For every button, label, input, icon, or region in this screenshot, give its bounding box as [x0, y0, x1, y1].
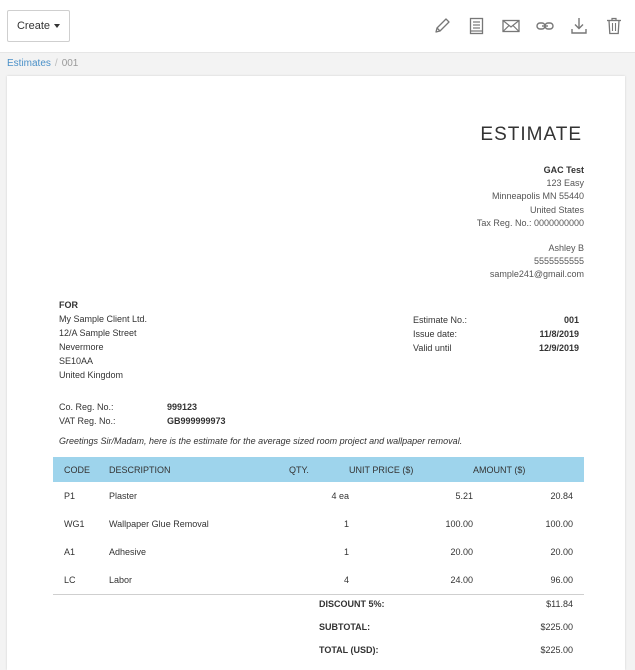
table-row: LC Labor 4 24.00 96.00	[53, 566, 584, 595]
cell-qty: 4 ea	[331, 491, 349, 501]
cell-unit-price: 20.00	[450, 547, 473, 557]
cell-description: Wallpaper Glue Removal	[109, 519, 209, 529]
table-row: WG1 Wallpaper Glue Removal 1 100.00 100.…	[53, 510, 584, 538]
cell-qty: 1	[343, 547, 349, 557]
col-header-unit-price: UNIT PRICE ($)	[349, 457, 473, 482]
create-button[interactable]: Create	[7, 10, 70, 42]
contact-email: sample241@gmail.com	[489, 269, 584, 280]
client-name: My Sample Client Ltd.	[59, 314, 148, 324]
reg-row: Co. Reg. No.: 999123	[59, 400, 226, 414]
registration-block: Co. Reg. No.: 999123 VAT Reg. No.: GB999…	[59, 400, 226, 428]
company-address2: Minneapolis MN 55440	[491, 191, 584, 202]
discount-value: $11.84	[546, 599, 573, 609]
cell-description: Plaster	[109, 491, 138, 501]
total-label: TOTAL (USD):	[319, 645, 379, 655]
table-header-row: CODE DESCRIPTION QTY. UNIT PRICE ($) AMO…	[53, 457, 584, 482]
estimate-meta: Estimate No.: 001 Issue date: 11/8/2019 …	[413, 313, 579, 355]
trash-icon[interactable]	[604, 16, 624, 36]
table-row: P1 Plaster 4 ea 5.21 20.84	[53, 482, 584, 510]
cell-code: LC	[53, 566, 109, 595]
caret-down-icon	[54, 24, 61, 28]
cell-unit-price: 5.21	[455, 491, 473, 501]
cell-code: P1	[64, 491, 76, 501]
col-header-qty: QTY.	[289, 457, 349, 482]
reg-label: Co. Reg. No.:	[59, 402, 114, 412]
cell-amount: 96.00	[473, 566, 584, 595]
document-icon[interactable]	[467, 16, 487, 36]
meta-row: Estimate No.: 001	[413, 313, 579, 327]
table-row: A1 Adhesive 1 20.00 20.00	[53, 538, 584, 566]
vat-reg-number: GB999999973	[167, 416, 226, 426]
meta-label: Estimate No.:	[413, 315, 468, 325]
col-header-amount: AMOUNT ($)	[473, 457, 584, 482]
valid-until-date: 12/9/2019	[538, 343, 579, 353]
breadcrumb: Estimates/001	[7, 58, 78, 70]
envelope-icon[interactable]	[501, 16, 521, 36]
total-row: TOTAL (USD): $225.00	[53, 639, 584, 662]
meta-row: Valid until 12/9/2019	[413, 341, 579, 355]
col-header-description: DESCRIPTION	[109, 457, 289, 482]
client-for-label: FOR	[59, 300, 78, 310]
co-reg-number: 999123	[167, 402, 198, 412]
cell-description: Adhesive	[109, 547, 147, 557]
cell-qty: 4	[289, 566, 349, 595]
issue-date: 11/8/2019	[539, 329, 579, 339]
meta-label: Issue date:	[413, 329, 458, 339]
estimate-number: 001	[563, 315, 579, 325]
col-header-code: CODE	[53, 457, 109, 482]
cell-unit-price: 100.00	[445, 519, 473, 529]
client-block: FOR My Sample Client Ltd. 12/A Sample St…	[59, 298, 147, 382]
subtotal-label: SUBTOTAL:	[319, 622, 371, 632]
client-country: United Kingdom	[59, 370, 124, 380]
client-city: Nevermore	[59, 342, 104, 352]
create-button-label: Create	[16, 20, 51, 32]
cell-unit-price: 24.00	[349, 566, 473, 595]
pencil-icon[interactable]	[432, 16, 452, 36]
contact-block: Ashley B 5555555555 sample241@gmail.com	[490, 242, 584, 282]
meta-row: Issue date: 11/8/2019	[413, 327, 579, 341]
contact-name: Ashley B	[548, 243, 584, 253]
company-country: United States	[529, 204, 584, 215]
line-items-table: CODE DESCRIPTION QTY. UNIT PRICE ($) AMO…	[53, 457, 584, 595]
breadcrumb-current: 001	[61, 58, 79, 69]
totals-block: DISCOUNT 5%: $11.84 SUBTOTAL: $225.00 TO…	[53, 593, 584, 662]
cell-amount: 20.84	[550, 491, 573, 501]
toolbar: Create	[0, 0, 635, 53]
client-postcode: SE10AA	[59, 356, 94, 366]
client-street: 12/A Sample Street	[59, 328, 137, 338]
cell-code: A1	[64, 547, 76, 557]
company-block: GAC Test 123 Easy Minneapolis MN 55440 U…	[477, 164, 584, 230]
subtotal-row: SUBTOTAL: $225.00	[53, 616, 584, 639]
total-value: $225.00	[540, 645, 573, 655]
discount-row: DISCOUNT 5%: $11.84	[53, 593, 584, 616]
link-icon[interactable]	[535, 16, 555, 36]
reg-label: VAT Reg. No.:	[59, 416, 116, 426]
reg-row: VAT Reg. No.: GB999999973	[59, 414, 226, 428]
estimate-document: ESTIMATE GAC Test 123 Easy Minneapolis M…	[7, 76, 625, 670]
company-address1: 123 Easy	[546, 178, 584, 189]
cell-qty: 1	[343, 519, 349, 529]
breadcrumb-separator: /	[54, 58, 58, 69]
company-name: GAC Test	[543, 165, 584, 175]
subtotal-value: $225.00	[540, 622, 573, 632]
cell-amount: 100.00	[545, 519, 573, 529]
discount-label: DISCOUNT 5%:	[319, 599, 385, 609]
download-icon[interactable]	[569, 16, 589, 36]
cell-amount: 20.00	[550, 547, 573, 557]
contact-phone: 5555555555	[533, 256, 584, 267]
greeting-text: Greetings Sir/Madam, here is the estimat…	[59, 436, 463, 446]
document-title: ESTIMATE	[480, 124, 582, 145]
breadcrumb-estimates-link[interactable]: Estimates	[7, 58, 51, 69]
cell-code: WG1	[64, 519, 85, 529]
company-tax-reg: Tax Reg. No.: 0000000000	[476, 217, 584, 228]
cell-description: Labor	[109, 566, 289, 595]
meta-label: Valid until	[413, 343, 452, 353]
